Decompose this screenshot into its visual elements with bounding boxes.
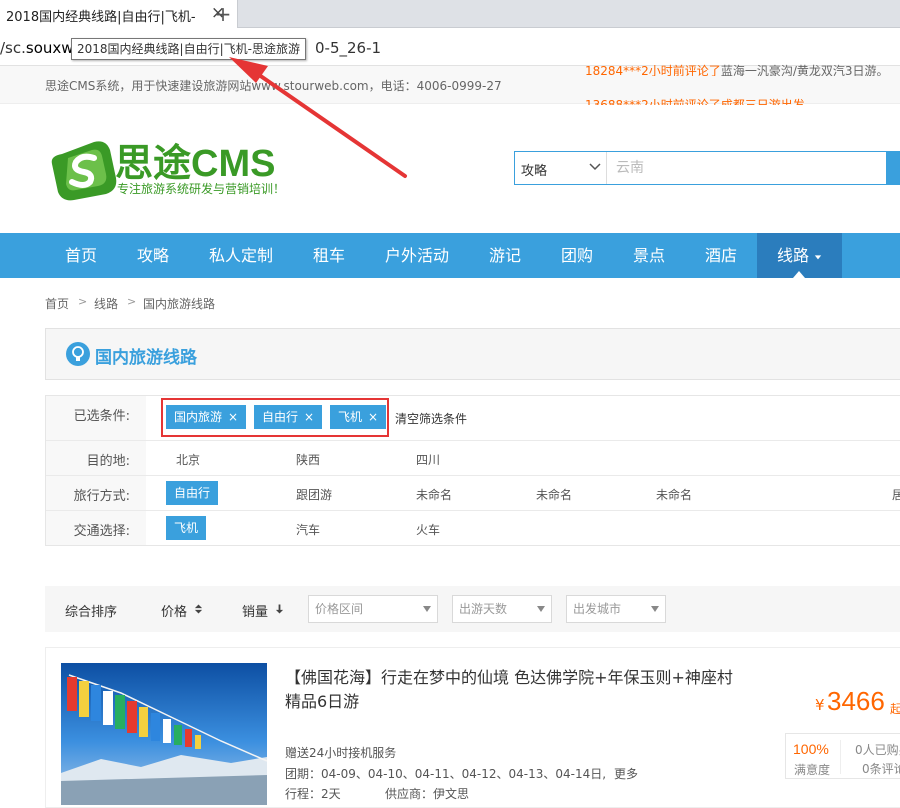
- ticker-user: 18284***2小时前评论了: [585, 64, 721, 76]
- transport-option[interactable]: 汽车: [296, 521, 320, 538]
- arrow-down-icon: [275, 604, 284, 614]
- sold-count: 0人已购买: [855, 743, 900, 757]
- logo-brand[interactable]: 思途CMS: [115, 132, 275, 187]
- logo-icon[interactable]: [48, 134, 118, 204]
- category-title: 国内旅游线路: [95, 348, 197, 368]
- product-image[interactable]: [61, 663, 267, 805]
- search-type-label: 攻略: [521, 164, 548, 179]
- transport-option-active[interactable]: 飞机: [166, 516, 207, 540]
- nav-item-car-rental[interactable]: 租车: [313, 233, 345, 278]
- selected-filters-label: 已选条件:: [73, 409, 130, 424]
- trip-days-select[interactable]: 出游天数: [452, 595, 552, 623]
- ticker-text: 蓝海一汎豪沟/黄龙双汽3日游。: [720, 64, 889, 76]
- product-dates: 团期：04-09、04-10、04-11、04-12、04-13、04-14日,…: [285, 765, 638, 782]
- breadcrumb-separator: >: [127, 295, 137, 308]
- travel-mode-option[interactable]: 未命名: [656, 486, 692, 503]
- url-text[interactable]: /sc.souxw: [0, 39, 74, 57]
- price-suffix: 起: [890, 702, 900, 716]
- transport-option[interactable]: 火车: [416, 521, 440, 538]
- nav-item-custom[interactable]: 私人定制: [209, 233, 273, 278]
- chevron-down-icon: [589, 163, 601, 171]
- sort-overall[interactable]: 综合排序: [65, 601, 117, 620]
- breadcrumb-separator: >: [78, 295, 88, 308]
- sort-price-label: 价格: [161, 605, 188, 620]
- nav-item-home[interactable]: 首页: [65, 233, 97, 278]
- product-title[interactable]: 【佛国花海】行走在梦中的仙境 色达佛学院+年保玉则+神座村精品6日游: [285, 666, 745, 714]
- dates-label: 团期：: [285, 767, 322, 781]
- satisfaction-rate: 100%: [793, 741, 829, 757]
- product-price: 3466: [827, 686, 885, 716]
- sort-price[interactable]: 价格: [161, 601, 187, 620]
- search-input[interactable]: [608, 152, 886, 184]
- price-range-select[interactable]: 价格区间: [308, 595, 438, 623]
- breadcrumb-routes[interactable]: 线路: [94, 295, 118, 312]
- more-dates-link[interactable]: 更多: [614, 767, 638, 781]
- breadcrumb-current: 国内旅游线路: [143, 297, 216, 311]
- transport-label: 交通选择:: [73, 524, 130, 539]
- url-prefix: /sc.: [0, 39, 26, 57]
- travel-mode-option-active[interactable]: 自由行: [166, 481, 219, 505]
- breadcrumb-home[interactable]: 首页: [45, 295, 69, 312]
- sort-sales[interactable]: 销量: [242, 601, 268, 620]
- dropdown-arrow-icon: [537, 606, 545, 612]
- dropdown-arrow-icon: [423, 606, 431, 612]
- lightbulb-icon: [66, 342, 90, 366]
- review-ticker[interactable]: 18284***2小时前评论了蓝海一汎豪沟/黄龙双汽3日游。: [585, 62, 889, 76]
- nav-item-attractions[interactable]: 景点: [633, 233, 665, 278]
- url-domain: souxw: [25, 39, 74, 57]
- review-count[interactable]: 0条评论: [862, 760, 900, 777]
- product-service: 赠送24小时接机服务: [285, 746, 397, 760]
- stats-divider: [840, 740, 841, 774]
- review-ticker-next[interactable]: 13688***2小时前评论了成都三日游出发...: [585, 96, 816, 105]
- filter-divider: [46, 510, 900, 511]
- search-button[interactable]: [886, 151, 900, 185]
- departure-city-placeholder: 出发城市: [573, 602, 622, 616]
- new-tab-plus-icon[interactable]: +: [211, 3, 235, 25]
- travel-mode-option[interactable]: 跟团游: [296, 486, 332, 503]
- price-currency: ¥: [815, 696, 825, 714]
- travel-mode-option[interactable]: 居: [892, 486, 900, 503]
- destination-option[interactable]: 北京: [176, 451, 200, 468]
- caret-down-icon: [814, 255, 822, 260]
- destination-option[interactable]: 四川: [416, 451, 440, 468]
- product-days: 行程：2天: [285, 787, 341, 801]
- sort-updown-icon: [194, 604, 203, 614]
- nav-item-travelogue[interactable]: 游记: [489, 233, 521, 278]
- price-range-placeholder: 价格区间: [315, 602, 364, 616]
- filter-divider: [46, 475, 900, 476]
- browser-tab-title: 2018国内经典线路|自由行|飞机-: [6, 10, 196, 25]
- departure-city-select[interactable]: 出发城市: [566, 595, 666, 623]
- nav-item-outdoor[interactable]: 户外活动: [385, 233, 449, 278]
- trip-days-placeholder: 出游天数: [459, 602, 508, 616]
- satisfaction-label: 满意度: [794, 763, 831, 777]
- site-tagline: 思途CMS系统，用于快速建设旅游网站www.stourweb.com，电话：40…: [45, 79, 502, 93]
- sort-sales-label: 销量: [242, 605, 269, 620]
- nav-item-group-buy[interactable]: 团购: [561, 233, 593, 278]
- clear-filters-link[interactable]: 清空筛选条件: [395, 410, 467, 427]
- filter-divider: [46, 440, 900, 441]
- tab-title-tooltip: 2018国内经典线路|自由行|飞机-思途旅游: [71, 38, 306, 60]
- dropdown-arrow-icon: [651, 606, 659, 612]
- url-text-suffix[interactable]: 0-5_26-1: [315, 39, 381, 57]
- nav-active-pointer: [793, 271, 805, 278]
- nav-item-guides[interactable]: 攻略: [137, 233, 169, 278]
- annotation-highlight-box: [161, 398, 389, 437]
- destination-label: 目的地:: [86, 454, 130, 469]
- dates-value: 04-09、04-10、04-11、04-12、04-13、04-14日,: [321, 767, 607, 781]
- nav-item-hotels[interactable]: 酒店: [705, 233, 737, 278]
- destination-option[interactable]: 陕西: [296, 451, 320, 468]
- travel-mode-label: 旅行方式:: [73, 489, 130, 504]
- logo-slogan: 专注旅游系统研发与营销培训！: [117, 182, 286, 196]
- travel-mode-option[interactable]: 未命名: [536, 486, 572, 503]
- travel-mode-option[interactable]: 未命名: [416, 486, 452, 503]
- product-supplier: 供应商：伊文思: [385, 787, 470, 801]
